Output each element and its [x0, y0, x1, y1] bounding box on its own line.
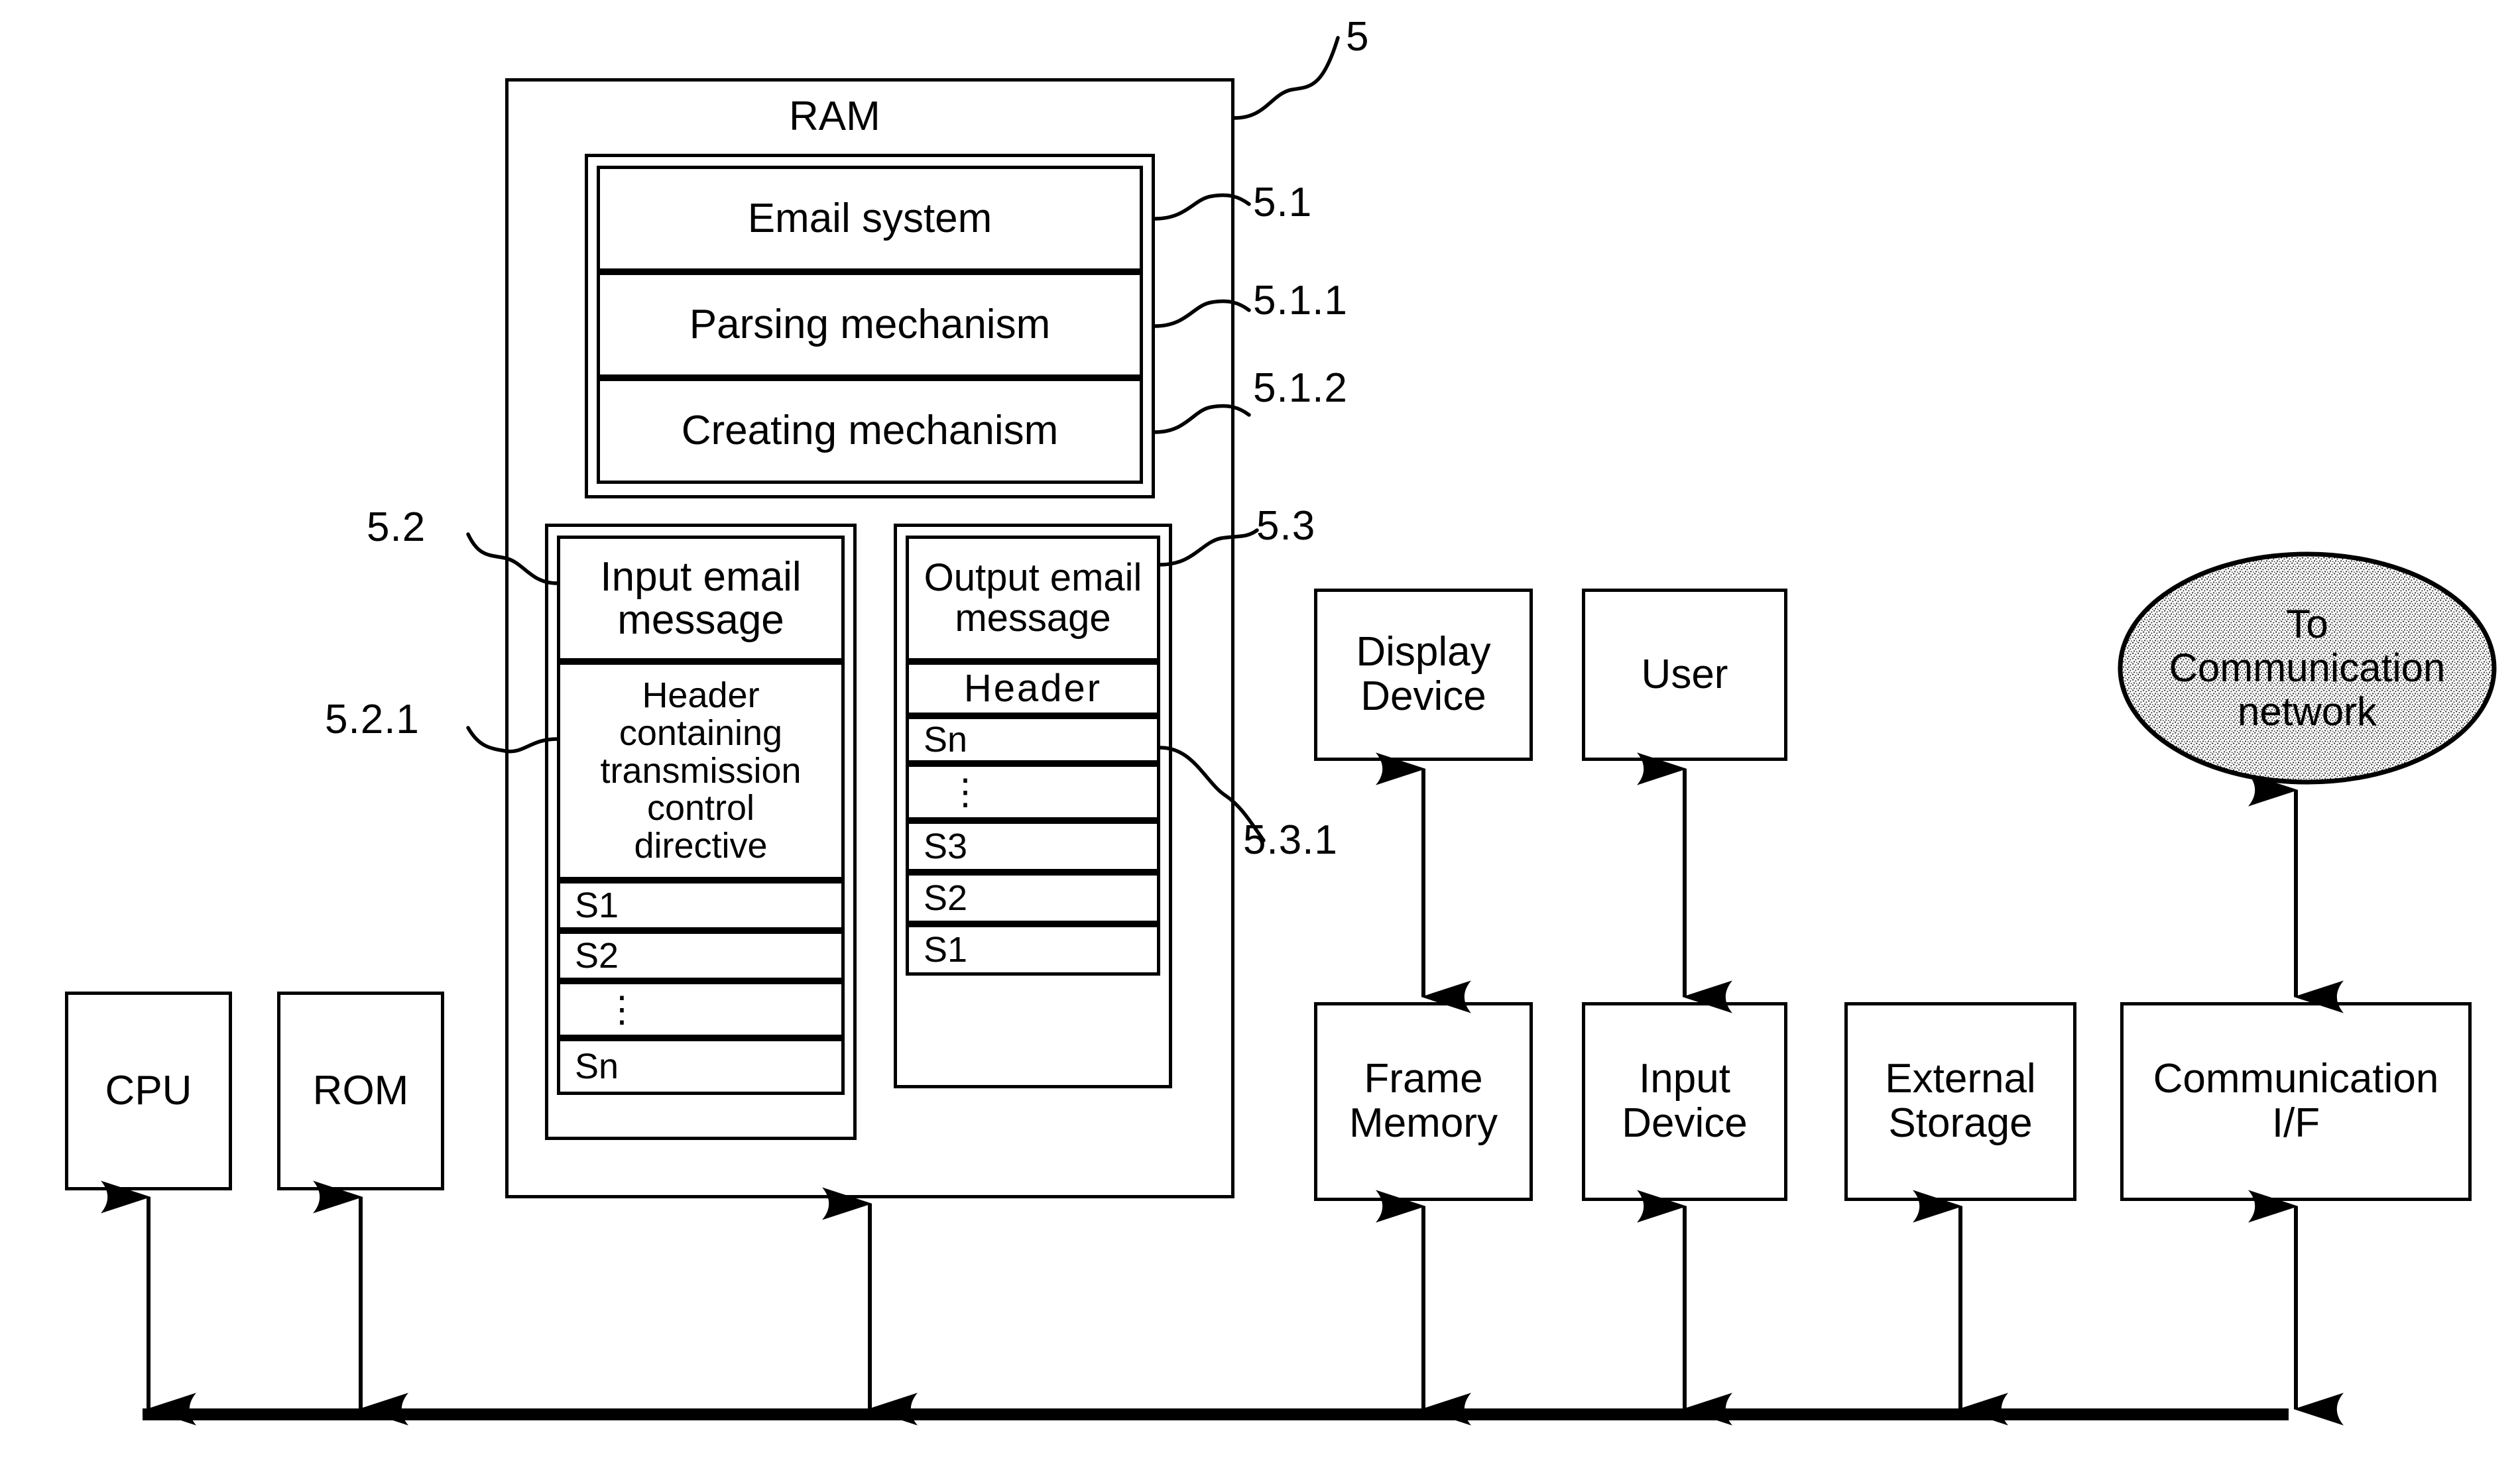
- output-email-segment-row: Sn: [906, 716, 1160, 764]
- cpu-box: CPU: [65, 992, 232, 1190]
- user-box: User: [1582, 589, 1787, 761]
- network-ellipse-label: To Communication network: [2122, 555, 2493, 781]
- output-email-segment-label: S2: [924, 878, 968, 918]
- input-email-segment-row: S1: [557, 880, 845, 931]
- input-email-segment-row: S2: [557, 931, 845, 981]
- ref-label-5-2-1: 5.2.1: [325, 697, 420, 742]
- input-email-segment-label: Sn: [575, 1046, 619, 1086]
- input-email-segment-row: Sn: [557, 1038, 845, 1095]
- ref-label-5: 5: [1346, 14, 1370, 60]
- input-email-message-title-box: Input email message: [557, 536, 845, 661]
- input-email-segment-row-ellipsis: ⋮: [557, 981, 845, 1038]
- leader-5: [1232, 36, 1340, 120]
- ram-title: RAM: [789, 93, 880, 139]
- display-device-box: Display Device: [1314, 589, 1533, 761]
- creating-mechanism-label: Creating mechanism: [681, 408, 1059, 454]
- input-email-segment-label: S1: [575, 885, 619, 925]
- input-email-message-label: Input email message: [600, 553, 802, 643]
- ref-label-5-1-1: 5.1.1: [1253, 278, 1348, 323]
- frame-memory-box: Frame Memory: [1314, 1002, 1533, 1201]
- output-email-segment-row: S2: [906, 872, 1160, 924]
- network-ellipse: [2118, 551, 2497, 785]
- external-storage-label: External Storage: [1885, 1056, 2036, 1146]
- user-label: User: [1641, 651, 1728, 697]
- ref-label-5-3-1: 5.3.1: [1243, 817, 1338, 863]
- output-email-segment-row: S3: [906, 821, 1160, 872]
- output-email-header-box: Header: [906, 661, 1160, 716]
- creating-mechanism-box: Creating mechanism: [597, 378, 1143, 484]
- rom-box: ROM: [277, 992, 444, 1190]
- email-system-box: Email system: [597, 166, 1143, 272]
- patent-diagram-canvas: RAM Email system Parsing mechanism Creat…: [0, 0, 2520, 1484]
- input-email-header-box: Header containing transmission control d…: [557, 661, 845, 880]
- ref-label-5-1-2: 5.1.2: [1253, 365, 1348, 411]
- cpu-label: CPU: [105, 1067, 192, 1113]
- rom-label: ROM: [312, 1067, 409, 1113]
- input-email-header-label: Header containing transmission control d…: [600, 675, 802, 866]
- output-email-message-title-box: Output email message: [906, 536, 1160, 661]
- display-device-label: Display Device: [1356, 629, 1491, 719]
- output-email-segment-label: Sn: [924, 719, 968, 760]
- output-email-segment-label: S3: [924, 826, 968, 866]
- ref-label-5-3: 5.3: [1256, 503, 1316, 549]
- input-email-segment-label: S2: [575, 935, 619, 976]
- parsing-mechanism-box: Parsing mechanism: [597, 272, 1143, 378]
- output-email-segment-row-ellipsis: ⋮: [906, 764, 1160, 821]
- ref-label-5-1: 5.1: [1253, 180, 1313, 225]
- input-device-box: Input Device: [1582, 1002, 1787, 1201]
- output-email-segment-row: S1: [906, 924, 1160, 976]
- parsing-mechanism-label: Parsing mechanism: [689, 302, 1051, 348]
- communication-if-box: Communication I/F: [2120, 1002, 2472, 1201]
- output-email-segment-label: S1: [924, 929, 968, 970]
- network-ellipse-line3: network: [2237, 689, 2377, 734]
- output-email-message-label: Output email message: [924, 556, 1142, 640]
- email-system-label: Email system: [747, 196, 992, 242]
- frame-memory-label: Frame Memory: [1349, 1056, 1498, 1146]
- output-email-vertical-ellipsis: ⋮: [947, 771, 983, 812]
- input-device-label: Input Device: [1622, 1056, 1748, 1146]
- network-ellipse-line2: Communication: [2169, 646, 2446, 690]
- input-email-vertical-ellipsis: ⋮: [604, 989, 640, 1029]
- ref-label-5-2: 5.2: [367, 504, 426, 550]
- network-ellipse-line1: To: [2286, 602, 2328, 646]
- external-storage-box: External Storage: [1844, 1002, 2076, 1201]
- output-email-header-label: Header: [963, 666, 1103, 710]
- communication-if-label: Communication I/F: [2153, 1056, 2439, 1146]
